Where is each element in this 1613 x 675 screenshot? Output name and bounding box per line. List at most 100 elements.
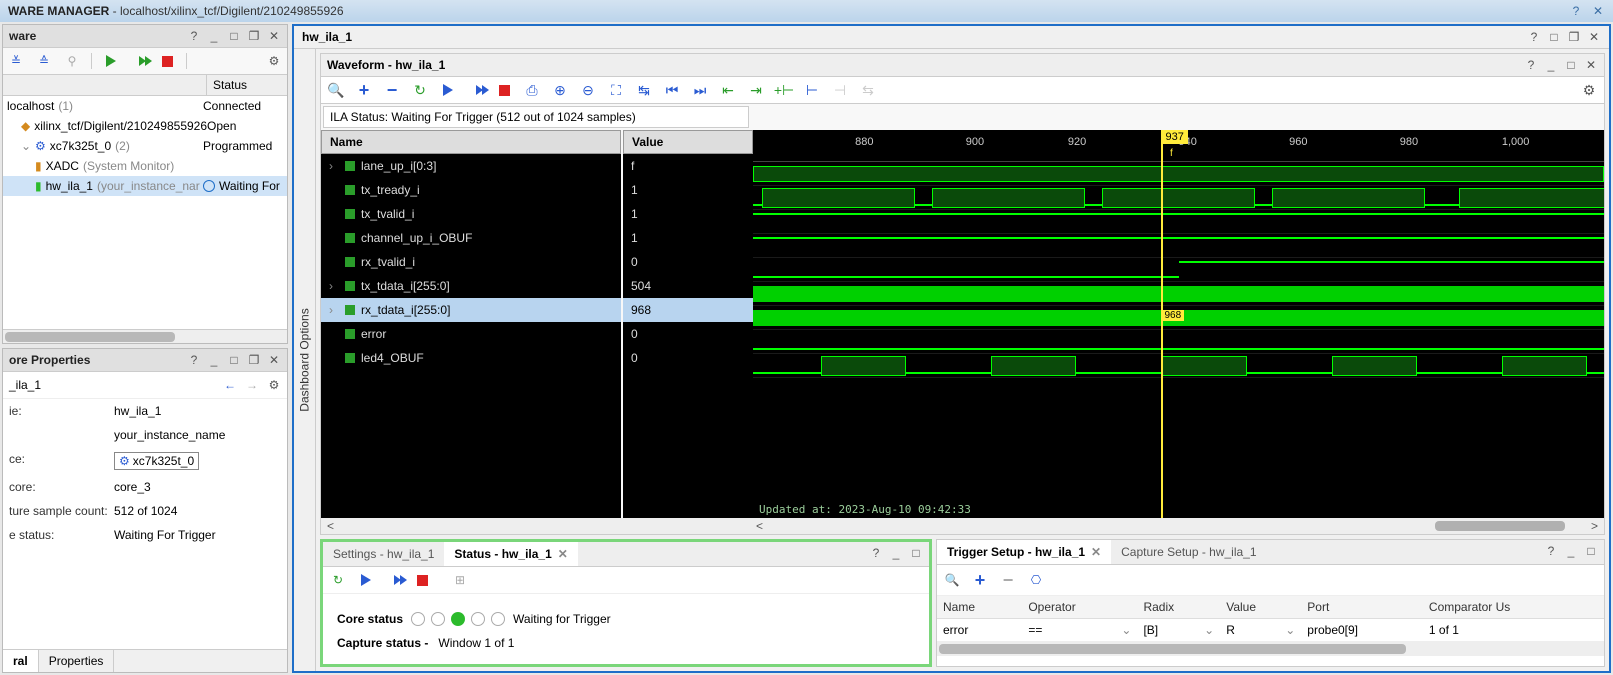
prev-marker-icon[interactable]: ⊢ bbox=[803, 81, 821, 99]
expand-icon[interactable]: › bbox=[329, 159, 339, 173]
help-icon[interactable]: ? bbox=[187, 29, 201, 43]
prev-trans-icon[interactable]: ⇤ bbox=[719, 81, 737, 99]
run-button[interactable] bbox=[102, 52, 120, 70]
stop-button[interactable] bbox=[495, 81, 513, 99]
refresh-icon[interactable]: ↻ bbox=[329, 571, 347, 589]
tree-row-device[interactable]: ⌄⚙ xc7k325t_0 (2) Programmed bbox=[3, 136, 287, 156]
help-icon[interactable]: ? bbox=[869, 546, 883, 560]
signal-row[interactable]: channel_up_i_OBUF bbox=[321, 226, 621, 250]
help-icon[interactable]: ? bbox=[1544, 544, 1558, 558]
next-trans-icon[interactable]: ⇥ bbox=[747, 81, 765, 99]
close-icon[interactable]: ✕ bbox=[1591, 4, 1605, 18]
cursor-marker[interactable] bbox=[1161, 130, 1163, 518]
search-icon[interactable]: 🔍 bbox=[943, 571, 961, 589]
tab-trigger-setup[interactable]: Trigger Setup - hw_ila_1✕ bbox=[937, 540, 1111, 564]
minimize-icon[interactable]: _ bbox=[1564, 544, 1578, 558]
trigger-options-icon[interactable]: ⎔ bbox=[1027, 571, 1045, 589]
cursor-icon[interactable]: ↹ bbox=[635, 81, 653, 99]
signal-row[interactable]: tx_tready_i bbox=[321, 178, 621, 202]
minimize-icon[interactable]: _ bbox=[1544, 58, 1558, 72]
remove-icon[interactable]: − bbox=[383, 81, 401, 99]
run-all-button[interactable] bbox=[467, 81, 485, 99]
next-marker-icon[interactable]: ⊣ bbox=[831, 81, 849, 99]
tab-settings[interactable]: Settings - hw_ila_1 bbox=[323, 542, 444, 566]
minimize-icon[interactable]: _ bbox=[207, 29, 221, 43]
tab-properties[interactable]: Properties bbox=[39, 650, 115, 672]
value-select[interactable]: R⌄ bbox=[1226, 623, 1295, 637]
zoom-out-icon[interactable]: ⊖ bbox=[579, 81, 597, 99]
expand-icon[interactable]: ≙ bbox=[35, 52, 53, 70]
settings-icon[interactable]: ⚙ bbox=[265, 52, 283, 70]
waveform-canvas[interactable]: 937 880 900 920 940 960 980 1,000 f bbox=[753, 130, 1604, 518]
add-trigger-icon[interactable]: + bbox=[971, 571, 989, 589]
dashboard-options-tab[interactable]: Dashboard Options bbox=[294, 49, 316, 671]
maximize-icon[interactable]: □ bbox=[227, 353, 241, 367]
help-icon[interactable]: ? bbox=[1524, 58, 1538, 72]
close-icon[interactable]: ✕ bbox=[267, 29, 281, 43]
help-icon[interactable]: ? bbox=[1569, 4, 1583, 18]
maximize-icon[interactable]: □ bbox=[1547, 30, 1561, 44]
zoom-in-icon[interactable]: ⊕ bbox=[551, 81, 569, 99]
tree-row-xadc[interactable]: ▮ XADC (System Monitor) bbox=[3, 156, 287, 176]
go-start-icon[interactable]: ⏮ bbox=[663, 81, 681, 99]
link-icon[interactable]: ⚲ bbox=[63, 52, 81, 70]
forward-icon[interactable]: → bbox=[245, 378, 259, 392]
tree-row-localhost[interactable]: localhost (1) Connected bbox=[3, 96, 287, 116]
device-chip[interactable]: ⚙xc7k325t_0 bbox=[114, 452, 199, 470]
tree-row-digilent[interactable]: ◆ xilinx_tcf/Digilent/210249855926 Open bbox=[3, 116, 287, 136]
maximize-icon[interactable]: □ bbox=[1564, 58, 1578, 72]
maximize-icon[interactable]: □ bbox=[227, 29, 241, 43]
tree-row-hw-ila[interactable]: ▮ hw_ila_1 (your_instance_nar Waiting Fo… bbox=[3, 176, 287, 196]
close-tab-icon[interactable]: ✕ bbox=[1091, 545, 1101, 559]
swap-icon[interactable]: ⇆ bbox=[859, 81, 877, 99]
run-all-button[interactable] bbox=[385, 571, 403, 589]
settings-icon[interactable]: ⚙ bbox=[1580, 81, 1598, 99]
signal-row[interactable]: rx_tvalid_i bbox=[321, 250, 621, 274]
help-icon[interactable]: ? bbox=[187, 353, 201, 367]
back-icon[interactable]: ← bbox=[223, 378, 237, 392]
operator-select[interactable]: ==⌄ bbox=[1028, 623, 1131, 637]
signal-row[interactable]: ›rx_tdata_i[255:0] bbox=[321, 298, 621, 322]
close-tab-icon[interactable]: ✕ bbox=[558, 547, 568, 561]
run-all-button[interactable] bbox=[130, 52, 148, 70]
radix-select[interactable]: [B]⌄ bbox=[1143, 623, 1214, 637]
minimize-icon[interactable]: _ bbox=[889, 546, 903, 560]
add-icon[interactable]: + bbox=[355, 81, 373, 99]
minimize-icon[interactable]: _ bbox=[207, 353, 221, 367]
collapse-icon[interactable]: ≚ bbox=[7, 52, 25, 70]
expand-icon[interactable]: › bbox=[329, 279, 339, 293]
export-icon[interactable]: ⎙ bbox=[523, 81, 541, 99]
tab-capture-setup[interactable]: Capture Setup - hw_ila_1 bbox=[1111, 540, 1266, 564]
stop-button[interactable] bbox=[158, 52, 176, 70]
signal-row[interactable]: ›tx_tdata_i[255:0] bbox=[321, 274, 621, 298]
tab-general[interactable]: ral bbox=[3, 650, 39, 672]
run-button[interactable] bbox=[439, 81, 457, 99]
close-icon[interactable]: ✕ bbox=[1587, 30, 1601, 44]
restore-icon[interactable]: ❐ bbox=[247, 353, 261, 367]
expand-icon[interactable]: › bbox=[329, 303, 339, 317]
trigger-h-scrollbar[interactable] bbox=[937, 642, 1604, 656]
refresh-icon[interactable]: ↻ bbox=[411, 81, 429, 99]
help-icon[interactable]: ? bbox=[1527, 30, 1541, 44]
signal-row[interactable]: led4_OBUF bbox=[321, 346, 621, 370]
maximize-icon[interactable]: □ bbox=[1584, 544, 1598, 558]
remove-trigger-icon[interactable]: − bbox=[999, 571, 1017, 589]
run-button[interactable] bbox=[357, 571, 375, 589]
restore-icon[interactable]: ❐ bbox=[1567, 30, 1581, 44]
add-marker-icon[interactable]: +⊢ bbox=[775, 81, 793, 99]
zoom-fit-icon[interactable]: ⛶ bbox=[607, 81, 625, 99]
signal-row[interactable]: error bbox=[321, 322, 621, 346]
expand-icon[interactable]: ⌄ bbox=[21, 139, 31, 153]
h-scrollbar[interactable] bbox=[3, 329, 287, 343]
trigger-row[interactable]: error ==⌄ [B]⌄ R⌄ probe0[9] 1 of 1 bbox=[937, 619, 1604, 642]
search-icon[interactable]: 🔍 bbox=[327, 81, 345, 99]
restore-icon[interactable]: ❐ bbox=[247, 29, 261, 43]
close-icon[interactable]: ✕ bbox=[1584, 58, 1598, 72]
close-icon[interactable]: ✕ bbox=[267, 353, 281, 367]
maximize-icon[interactable]: □ bbox=[909, 546, 923, 560]
tab-status[interactable]: Status - hw_ila_1✕ bbox=[444, 542, 577, 566]
go-end-icon[interactable]: ⏭ bbox=[691, 81, 709, 99]
options-icon[interactable]: ⊞ bbox=[451, 571, 469, 589]
signal-row[interactable]: tx_tvalid_i bbox=[321, 202, 621, 226]
stop-button[interactable] bbox=[413, 571, 431, 589]
